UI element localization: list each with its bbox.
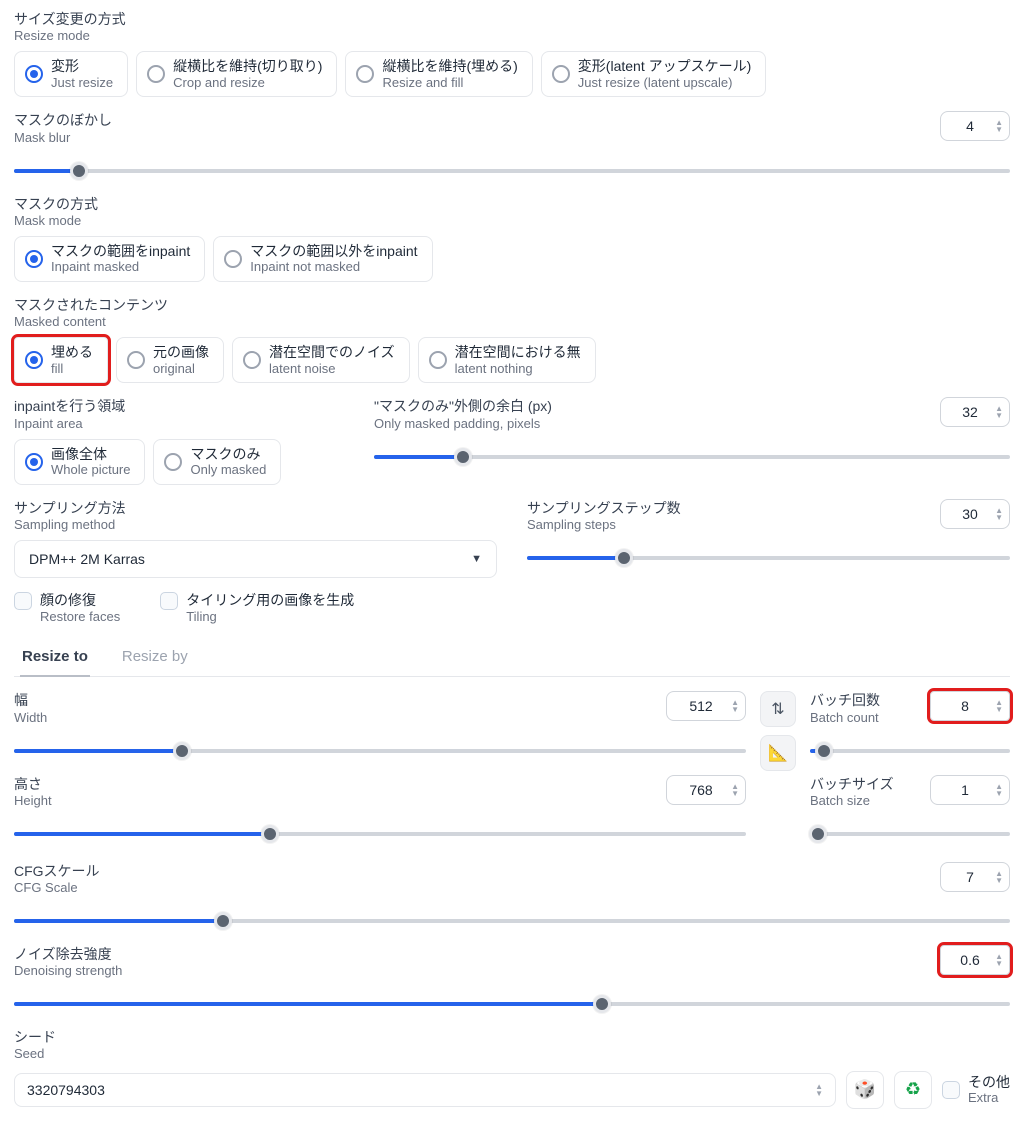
inpaint-area-label: inpaintを行う領域Inpaint area: [14, 397, 334, 432]
batch-size-label: バッチサイズBatch size: [810, 775, 894, 810]
height-label: 高さHeight: [14, 775, 52, 810]
only-masked-padding-label: "マスクのみ"外側の余白 (px)Only masked padding, pi…: [374, 397, 920, 432]
spinner-icon[interactable]: ▲▼: [725, 783, 739, 797]
chevron-down-icon: ▼: [471, 553, 482, 565]
resize-mode-latent[interactable]: 変形(latent アップスケール)Just resize (latent up…: [541, 51, 766, 97]
mask-blur-number[interactable]: 4 ▲▼: [940, 111, 1010, 141]
batch-count-label: バッチ回数Batch count: [810, 691, 880, 726]
cfg-slider[interactable]: [14, 911, 1010, 931]
height-number[interactable]: 768 ▲▼: [666, 775, 746, 805]
resize-mode-fill[interactable]: 縦横比を維持(埋める)Resize and fill: [345, 51, 532, 97]
batch-count-slider[interactable]: [810, 741, 1010, 761]
mask-mode-inpaint-masked[interactable]: マスクの範囲をinpaintInpaint masked: [14, 236, 205, 282]
batch-size-number[interactable]: 1 ▲▼: [930, 775, 1010, 805]
spinner-icon[interactable]: ▲▼: [815, 1083, 823, 1097]
spinner-icon[interactable]: ▲▼: [989, 119, 1003, 133]
mask-blur-label: マスクのぼかし Mask blur: [14, 111, 920, 146]
mask-mode-label: マスクの方式Mask mode: [14, 195, 1010, 230]
denoise-label: ノイズ除去強度Denoising strength: [14, 945, 920, 980]
recycle-icon: ♻: [905, 1079, 921, 1100]
spinner-icon[interactable]: ▲▼: [989, 507, 1003, 521]
resize-tabs: Resize to Resize by: [14, 638, 1010, 677]
denoise-slider[interactable]: [14, 994, 1010, 1014]
spinner-icon[interactable]: ▲▼: [989, 405, 1003, 419]
batch-size-slider[interactable]: [810, 824, 1010, 844]
dice-icon: 🎲: [854, 1079, 876, 1100]
triangle-ruler-icon: 📐: [768, 743, 788, 763]
only-masked-padding-slider[interactable]: [374, 447, 1010, 467]
cfg-number[interactable]: 7 ▲▼: [940, 862, 1010, 892]
seed-input[interactable]: 3320794303 ▲▼: [14, 1073, 836, 1107]
seed-label: シードSeed: [14, 1028, 1010, 1063]
sampling-method-dropdown[interactable]: DPM++ 2M Karras ▼: [14, 540, 497, 578]
resize-mode-just-resize[interactable]: 変形Just resize: [14, 51, 128, 97]
mask-mode-inpaint-not-masked[interactable]: マスクの範囲以外をinpaintInpaint not masked: [213, 236, 432, 282]
spinner-icon[interactable]: ▲▼: [989, 783, 1003, 797]
inpaint-area-only-masked[interactable]: マスクのみOnly masked: [153, 439, 281, 485]
only-masked-padding-number[interactable]: 32 ▲▼: [940, 397, 1010, 427]
cfg-label: CFGスケールCFG Scale: [14, 862, 920, 897]
resize-mode-crop[interactable]: 縦横比を維持(切り取り)Crop and resize: [136, 51, 337, 97]
tab-resize-by[interactable]: Resize by: [120, 638, 190, 677]
reuse-seed-button[interactable]: ♻: [894, 1071, 932, 1109]
tiling-checkbox[interactable]: タイリング用の画像を生成Tiling: [160, 592, 354, 624]
width-slider[interactable]: [14, 741, 746, 761]
swap-icon: ⇅: [771, 699, 784, 719]
width-label: 幅Width: [14, 691, 47, 726]
restore-faces-checkbox[interactable]: 顔の修復Restore faces: [14, 592, 120, 624]
width-number[interactable]: 512 ▲▼: [666, 691, 746, 721]
sampling-method-label: サンプリング方法Sampling method: [14, 499, 497, 534]
masked-content-latent-noise[interactable]: 潜在空間でのノイズlatent noise: [232, 337, 410, 383]
swap-dimensions-button[interactable]: ⇅: [760, 691, 796, 727]
spinner-icon[interactable]: ▲▼: [725, 699, 739, 713]
aspect-ratio-button[interactable]: 📐: [760, 735, 796, 771]
sampling-steps-number[interactable]: 30 ▲▼: [940, 499, 1010, 529]
height-slider[interactable]: [14, 824, 746, 844]
mask-blur-slider[interactable]: [14, 161, 1010, 181]
extra-checkbox[interactable]: その他Extra: [942, 1074, 1010, 1106]
inpaint-area-whole[interactable]: 画像全体Whole picture: [14, 439, 145, 485]
sampling-steps-slider[interactable]: [527, 548, 1010, 568]
batch-count-number[interactable]: 8 ▲▼: [930, 691, 1010, 721]
resize-mode-label: サイズ変更の方式 Resize mode: [14, 10, 1010, 45]
spinner-icon[interactable]: ▲▼: [989, 870, 1003, 884]
masked-content-latent-nothing[interactable]: 潜在空間における無latent nothing: [418, 337, 596, 383]
masked-content-original[interactable]: 元の画像original: [116, 337, 224, 383]
denoise-number[interactable]: 0.6 ▲▼: [940, 945, 1010, 975]
random-seed-button[interactable]: 🎲: [846, 1071, 884, 1109]
spinner-icon[interactable]: ▲▼: [989, 699, 1003, 713]
spinner-icon[interactable]: ▲▼: [989, 953, 1003, 967]
sampling-steps-label: サンプリングステップ数Sampling steps: [527, 499, 920, 534]
tab-resize-to[interactable]: Resize to: [20, 638, 90, 677]
masked-content-label: マスクされたコンテンツMasked content: [14, 296, 1010, 331]
resize-mode-group: 変形Just resize 縦横比を維持(切り取り)Crop and resiz…: [14, 51, 1010, 97]
masked-content-fill[interactable]: 埋めるfill: [14, 337, 108, 383]
